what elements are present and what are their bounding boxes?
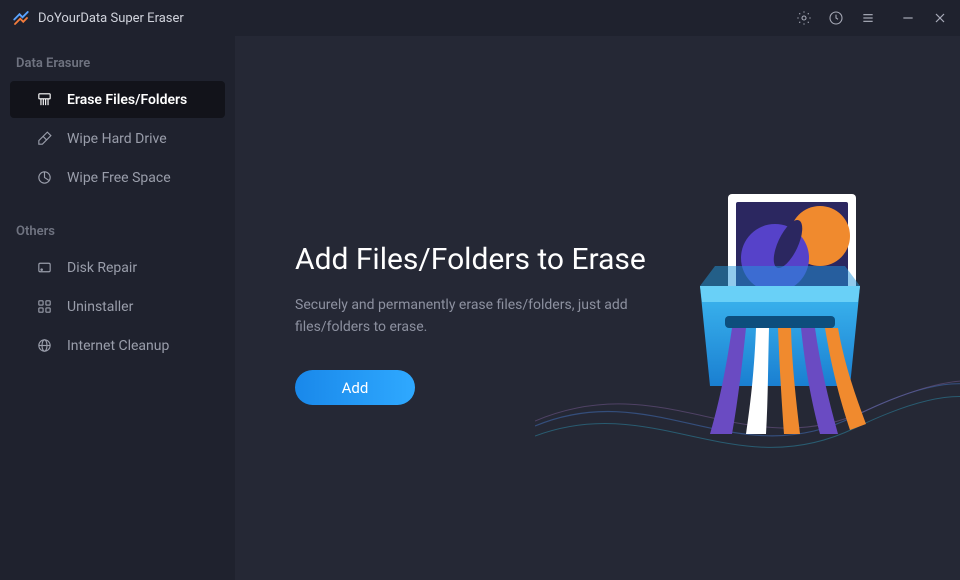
sidebar-item-label: Wipe Free Space [67, 170, 171, 186]
sidebar-item-uninstaller[interactable]: Uninstaller [10, 288, 225, 325]
sidebar-item-label: Disk Repair [67, 260, 137, 276]
page-subtitle: Securely and permanently erase files/fol… [295, 295, 655, 338]
drive-icon [36, 259, 53, 276]
main-content: Add Files/Folders to Erase Securely and … [235, 36, 960, 580]
add-button[interactable]: Add [295, 370, 415, 405]
titlebar: DoYourData Super Eraser [0, 0, 960, 36]
sidebar-item-wipe-hard-drive[interactable]: Wipe Hard Drive [10, 120, 225, 157]
menu-icon[interactable] [860, 10, 876, 26]
sidebar-item-label: Uninstaller [67, 299, 133, 315]
close-icon[interactable] [932, 10, 948, 26]
gear-icon[interactable] [796, 10, 812, 26]
sidebar-item-label: Wipe Hard Drive [67, 131, 167, 147]
sidebar-item-label: Internet Cleanup [67, 338, 169, 354]
globe-icon [36, 337, 53, 354]
sidebar-item-wipe-free-space[interactable]: Wipe Free Space [10, 159, 225, 196]
sidebar-item-erase-files-folders[interactable]: Erase Files/Folders [10, 81, 225, 118]
eraser-icon [36, 130, 53, 147]
sidebar-item-disk-repair[interactable]: Disk Repair [10, 249, 225, 286]
sidebar-item-label: Erase Files/Folders [67, 92, 187, 108]
history-icon[interactable] [828, 10, 844, 26]
sidebar: Data Erasure Erase Files/Folders [0, 36, 235, 580]
minimize-icon[interactable] [900, 10, 916, 26]
pie-icon [36, 169, 53, 186]
sidebar-item-internet-cleanup[interactable]: Internet Cleanup [10, 327, 225, 364]
grid-icon [36, 298, 53, 315]
page-title: Add Files/Folders to Erase [295, 242, 900, 277]
sidebar-heading-data-erasure: Data Erasure [0, 50, 235, 79]
sidebar-heading-others: Others [0, 218, 235, 247]
shredder-icon [36, 91, 53, 108]
app-title: DoYourData Super Eraser [38, 11, 184, 26]
app-logo-icon [12, 9, 30, 27]
